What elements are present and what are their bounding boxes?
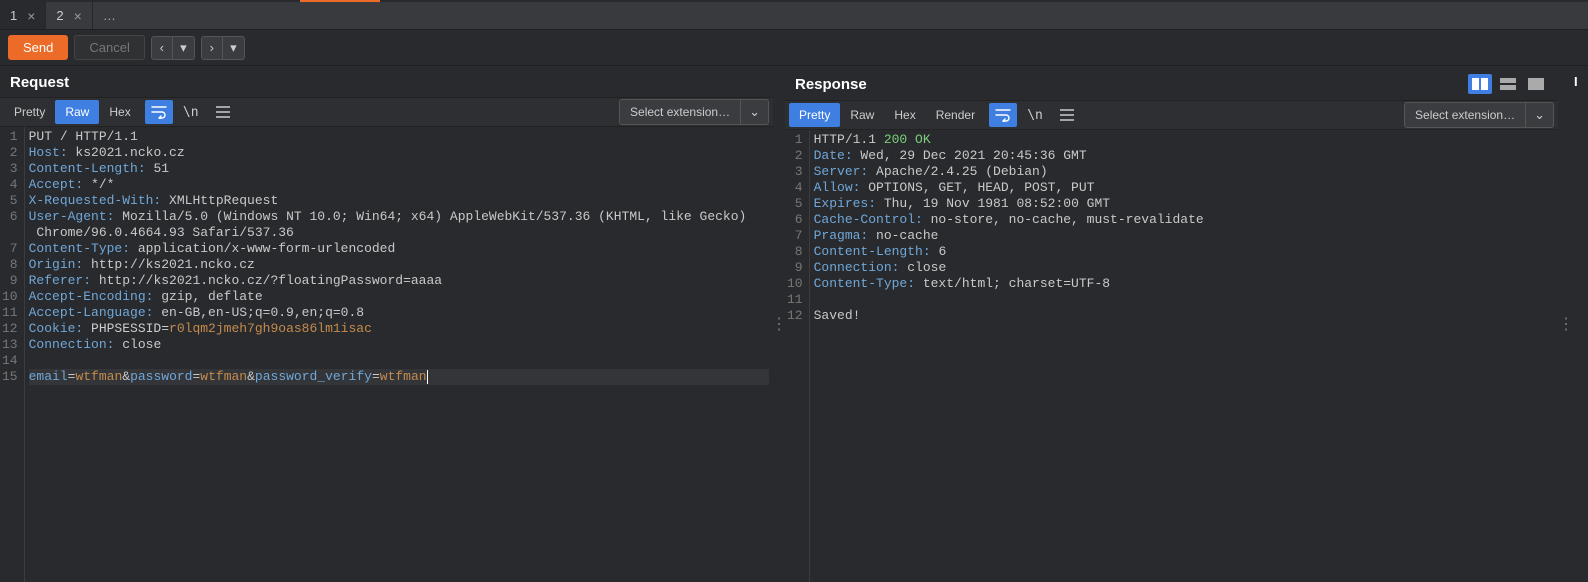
tab-1[interactable]: 1 × <box>0 2 46 29</box>
chevron-down-icon: ⌄ <box>1525 103 1553 127</box>
select-extension-label: Select extension… <box>620 101 740 123</box>
history-back-group: ‹ ▾ <box>151 36 195 60</box>
tab-label: 1 <box>10 8 17 23</box>
layout-single-icon[interactable] <box>1524 74 1548 94</box>
back-button[interactable]: ‹ <box>151 36 173 60</box>
fmt-pretty[interactable]: Pretty <box>789 103 840 127</box>
select-extension-label: Select extension… <box>1405 104 1525 126</box>
split-panes: Request Pretty Raw Hex \n Select extensi… <box>0 66 1588 582</box>
fmt-raw[interactable]: Raw <box>840 103 884 127</box>
response-editor[interactable]: 123456789101112 HTTP/1.1 200 OKDate: Wed… <box>785 130 1558 582</box>
tab-label: … <box>103 8 116 23</box>
tab-strip: 1 × 2 × … <box>0 2 1588 30</box>
request-format-bar: Pretty Raw Hex \n Select extension… ⌄ <box>0 97 773 127</box>
request-editor[interactable]: 123456 789101112131415 PUT / HTTP/1.1Hos… <box>0 127 773 582</box>
hamburger-icon[interactable] <box>209 100 237 124</box>
send-button[interactable]: Send <box>8 35 68 60</box>
request-title: Request <box>10 74 69 91</box>
hamburger-icon[interactable] <box>1053 103 1081 127</box>
request-code[interactable]: PUT / HTTP/1.1Host: ks2021.ncko.czConten… <box>25 127 773 582</box>
close-icon[interactable]: × <box>27 9 35 23</box>
cancel-button: Cancel <box>74 35 144 60</box>
request-pane: Request Pretty Raw Hex \n Select extensi… <box>0 66 773 582</box>
inspector-peek-label: I <box>1574 74 1578 89</box>
request-gutter: 123456 789101112131415 <box>0 127 25 582</box>
fmt-hex[interactable]: Hex <box>99 100 140 124</box>
back-dropdown[interactable]: ▾ <box>173 36 195 60</box>
response-gutter: 123456789101112 <box>785 130 810 582</box>
tab-label: 2 <box>56 8 63 23</box>
history-forward-group: › ▾ <box>201 36 245 60</box>
response-pane: Response Pretty Raw Hex Render <box>785 66 1558 582</box>
response-title: Response <box>795 76 867 93</box>
forward-button[interactable]: › <box>201 36 223 60</box>
select-extension[interactable]: Select extension… ⌄ <box>619 99 769 125</box>
tab-2[interactable]: 2 × <box>46 2 92 29</box>
action-bar: Send Cancel ‹ ▾ › ▾ <box>0 30 1588 66</box>
layout-switcher <box>1468 74 1548 94</box>
accent-bar <box>0 0 1588 2</box>
fmt-hex[interactable]: Hex <box>884 103 925 127</box>
forward-dropdown[interactable]: ▾ <box>223 36 245 60</box>
show-nonprint-icon[interactable]: \n <box>1021 103 1049 127</box>
inspector-splitter[interactable]: ⋮ <box>1558 66 1574 582</box>
show-nonprint-icon[interactable]: \n <box>177 100 205 124</box>
response-header: Response <box>785 66 1558 100</box>
tab-overflow[interactable]: … <box>93 2 126 29</box>
pane-splitter[interactable]: ⋮ <box>773 66 785 582</box>
line-wrap-icon[interactable] <box>989 103 1017 127</box>
fmt-render[interactable]: Render <box>926 103 985 127</box>
layout-columns-icon[interactable] <box>1468 74 1492 94</box>
layout-rows-icon[interactable] <box>1496 74 1520 94</box>
close-icon[interactable]: × <box>74 9 82 23</box>
drag-handle-icon: ⋮ <box>1558 314 1574 334</box>
fmt-raw[interactable]: Raw <box>55 100 99 124</box>
response-code[interactable]: HTTP/1.1 200 OKDate: Wed, 29 Dec 2021 20… <box>810 130 1558 582</box>
request-header: Request <box>0 66 773 97</box>
chevron-down-icon: ⌄ <box>740 100 768 124</box>
select-extension[interactable]: Select extension… ⌄ <box>1404 102 1554 128</box>
response-format-bar: Pretty Raw Hex Render \n Select extensio… <box>785 100 1558 130</box>
inspector-collapsed[interactable]: I <box>1574 66 1588 582</box>
fmt-pretty[interactable]: Pretty <box>4 100 55 124</box>
line-wrap-icon[interactable] <box>145 100 173 124</box>
